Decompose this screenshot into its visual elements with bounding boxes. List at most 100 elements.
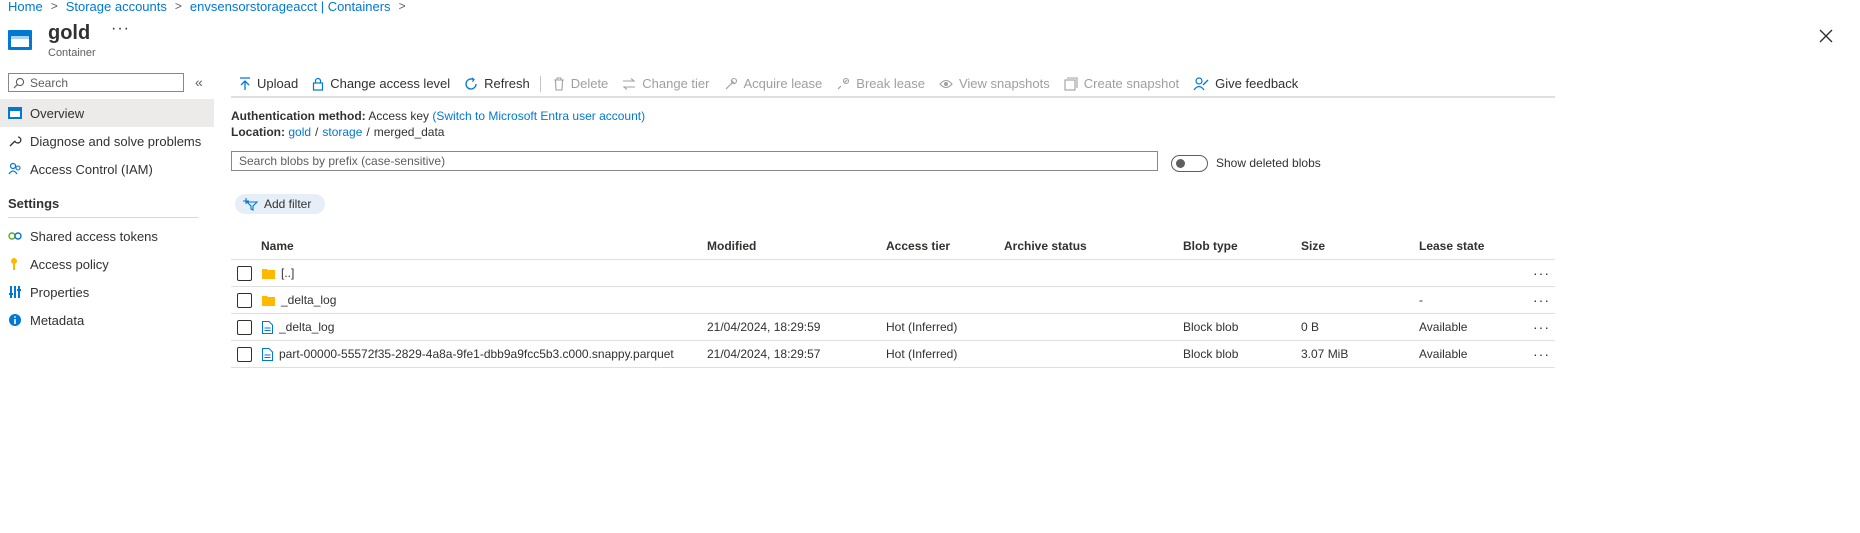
sidebar-item-label: Access Control (IAM) xyxy=(30,161,153,177)
breadcrumb-containers[interactable]: envsensorstorageacct | Containers xyxy=(190,0,391,14)
column-blob-type[interactable]: Blob type xyxy=(1183,232,1238,259)
row-checkbox[interactable] xyxy=(237,319,252,335)
add-filter-button[interactable]: Add filter xyxy=(235,194,325,214)
auth-method-label: Authentication method: xyxy=(231,109,366,123)
table-row[interactable]: [..] ··· xyxy=(231,260,1555,287)
refresh-icon xyxy=(465,77,477,90)
link-icon xyxy=(8,232,22,240)
row-name[interactable]: [..] xyxy=(281,266,294,280)
column-name[interactable]: Name xyxy=(261,232,294,259)
breadcrumb-storage-accounts[interactable]: Storage accounts xyxy=(66,0,167,14)
location-label: Location: xyxy=(231,125,285,139)
create-snapshot-label: Create snapshot xyxy=(1083,76,1180,91)
page-subtitle: Container xyxy=(48,47,96,59)
sidebar-item-iam[interactable]: Access Control (IAM) xyxy=(0,155,214,183)
upload-label: Upload xyxy=(257,76,299,91)
breadcrumb: Home > Storage accounts > envsensorstora… xyxy=(8,0,406,14)
row-more-button[interactable]: ··· xyxy=(1533,260,1550,286)
row-name[interactable]: _delta_log xyxy=(281,293,336,307)
container-icon xyxy=(8,30,32,50)
switch-auth-link[interactable]: (Switch to Microsoft Entra user account) xyxy=(432,109,645,123)
info-icon xyxy=(9,314,21,326)
row-checkbox[interactable] xyxy=(237,265,252,281)
row-more-button[interactable]: ··· xyxy=(1533,287,1550,313)
break-lease-button[interactable]: Break lease xyxy=(836,76,925,91)
row-checkbox[interactable] xyxy=(237,346,252,362)
collapse-sidebar-icon[interactable]: « xyxy=(195,74,203,90)
row-blob-type: Block blob xyxy=(1183,320,1239,334)
location-link-gold[interactable]: gold xyxy=(288,125,311,139)
auth-method-value: Access key xyxy=(368,109,430,123)
view-snapshots-label: View snapshots xyxy=(958,76,1050,91)
upload-button[interactable]: Upload xyxy=(239,76,298,91)
chevron-right-icon: > xyxy=(50,0,58,13)
page-title: gold xyxy=(48,22,91,44)
folder-icon xyxy=(262,268,275,279)
auth-method-row: Authentication method: Access key (Switc… xyxy=(231,108,645,124)
breadcrumb-home[interactable]: Home xyxy=(8,0,43,14)
sliders-icon xyxy=(9,286,21,298)
change-access-level-label: Change access level xyxy=(330,76,451,91)
row-name[interactable]: _delta_log xyxy=(279,320,334,334)
change-access-level-button[interactable]: Change access level xyxy=(312,76,450,91)
row-blob-type: Block blob xyxy=(1183,347,1239,361)
path-separator: / xyxy=(366,125,370,139)
row-more-button[interactable]: ··· xyxy=(1533,314,1550,340)
table-row[interactable]: _delta_log - ··· xyxy=(231,287,1555,314)
column-modified[interactable]: Modified xyxy=(707,232,756,259)
table-row[interactable]: part-00000-55572f35-2829-4a8a-9fe1-dbb9a… xyxy=(231,341,1555,368)
sidebar-nav: Overview Diagnose and solve problems Acc… xyxy=(0,99,214,334)
sidebar-item-metadata[interactable]: Metadata xyxy=(0,306,214,334)
eye-icon xyxy=(939,79,953,88)
refresh-button[interactable]: Refresh xyxy=(464,76,530,91)
table-row[interactable]: _delta_log 21/04/2024, 18:29:59 Hot (Inf… xyxy=(231,314,1555,341)
close-icon[interactable] xyxy=(1816,26,1836,46)
view-snapshots-button[interactable]: View snapshots xyxy=(939,76,1050,91)
column-lease-state[interactable]: Lease state xyxy=(1419,232,1484,259)
give-feedback-button[interactable]: Give feedback xyxy=(1193,76,1298,91)
row-modified: 21/04/2024, 18:29:59 xyxy=(707,320,821,334)
sidebar-search-placeholder: Search xyxy=(30,75,69,90)
column-access-tier[interactable]: Access tier xyxy=(886,232,950,259)
sidebar-item-label: Access policy xyxy=(30,256,109,272)
sidebar-item-shared-access-tokens[interactable]: Shared access tokens xyxy=(0,222,214,250)
delete-label: Delete xyxy=(570,76,609,91)
column-size[interactable]: Size xyxy=(1301,232,1325,259)
column-archive-status[interactable]: Archive status xyxy=(1004,232,1087,259)
row-lease: - xyxy=(1419,293,1423,307)
give-feedback-label: Give feedback xyxy=(1215,76,1299,91)
acquire-lease-label: Acquire lease xyxy=(743,76,823,91)
row-more-button[interactable]: ··· xyxy=(1533,341,1550,367)
feedback-icon xyxy=(1193,76,1209,90)
delete-button[interactable]: Delete xyxy=(553,76,609,91)
file-icon xyxy=(262,347,273,361)
file-icon xyxy=(262,320,273,334)
sidebar-item-overview[interactable]: Overview xyxy=(0,99,214,127)
blob-search-input[interactable]: Search blobs by prefix (case-sensitive) xyxy=(231,151,1158,171)
wrench-icon xyxy=(9,136,22,147)
sidebar-item-label: Overview xyxy=(30,105,85,121)
location-row: Location: gold / storage / merged_data xyxy=(231,124,645,140)
break-lease-label: Break lease xyxy=(856,76,925,91)
location-link-storage[interactable]: storage xyxy=(322,125,362,139)
sidebar-item-access-policy[interactable]: Access policy xyxy=(0,250,214,278)
show-deleted-toggle[interactable] xyxy=(1171,155,1208,172)
row-checkbox[interactable] xyxy=(237,292,252,308)
row-name[interactable]: part-00000-55572f35-2829-4a8a-9fe1-dbb9a… xyxy=(279,347,674,361)
acquire-lease-button[interactable]: Acquire lease xyxy=(724,76,823,91)
sidebar-item-diagnose[interactable]: Diagnose and solve problems xyxy=(0,127,214,155)
change-tier-button[interactable]: Change tier xyxy=(622,76,710,91)
chevron-right-icon: > xyxy=(174,0,182,13)
lock-icon xyxy=(313,77,324,91)
sidebar-search-input[interactable]: Search xyxy=(8,73,184,92)
path-separator: / xyxy=(315,125,319,139)
page-header: gold Container ··· xyxy=(8,20,1848,62)
sidebar-item-properties[interactable]: Properties xyxy=(0,278,214,306)
more-options-button[interactable]: ··· xyxy=(111,20,130,38)
key-icon xyxy=(11,258,17,270)
add-filter-label: Add filter xyxy=(264,197,312,211)
chevron-right-icon: > xyxy=(398,0,406,13)
people-icon xyxy=(8,162,21,175)
sidebar-item-label: Properties xyxy=(30,284,90,300)
create-snapshot-button[interactable]: Create snapshot xyxy=(1064,76,1179,91)
